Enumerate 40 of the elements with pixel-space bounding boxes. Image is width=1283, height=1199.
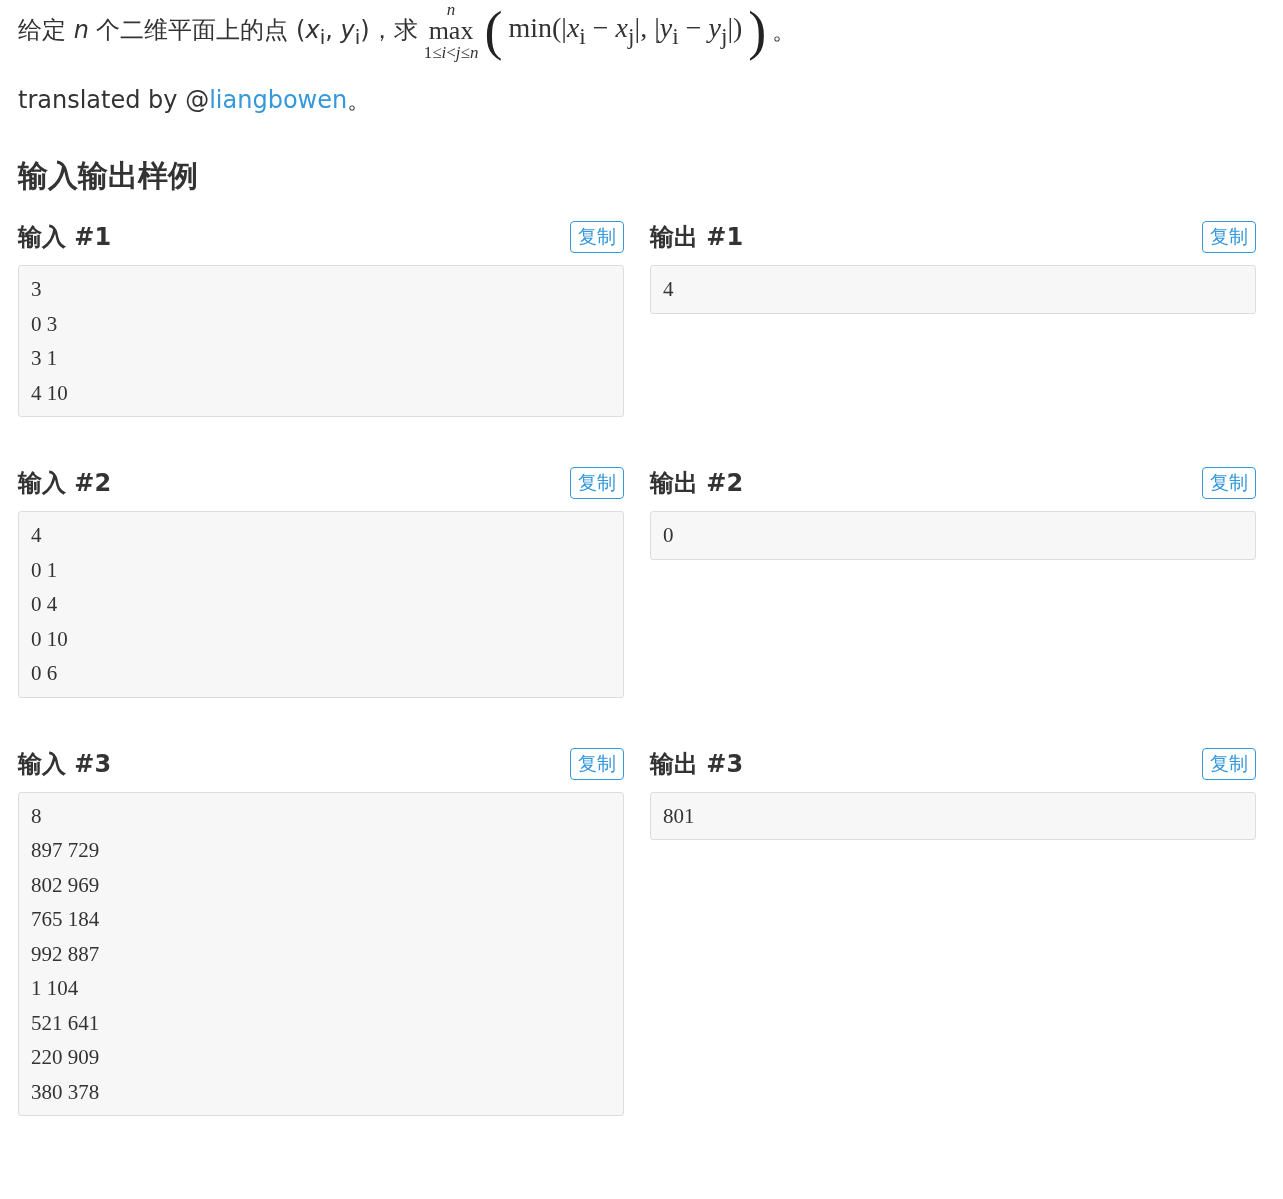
copy-button[interactable]: 复制 [570, 467, 624, 499]
math-expression: min(|x$_{i}$ − x$_{j}$|, |y$_{i}$ − y$_{j}$|) [508, 12, 743, 50]
code-line: 897 729 [31, 837, 101, 864]
output-title: 输出 #1 [650, 222, 744, 253]
copy-button[interactable]: 复制 [570, 221, 624, 253]
code-line: 992 887 [31, 940, 101, 968]
output-title: 输出 #3 [650, 748, 744, 780]
code-line: 801 [663, 802, 696, 830]
code-line: 3 [31, 276, 43, 303]
code-line: 1 104 [31, 975, 80, 1002]
input-title: 输入 #2 [18, 468, 112, 499]
code-line: 8 [31, 802, 43, 830]
code-line: 220 909 [31, 1044, 101, 1071]
input-title: 输入 #1 [18, 222, 112, 253]
code-line: 0 10 [31, 625, 69, 653]
period: 。 [772, 16, 797, 47]
code-line: 0 4 [31, 591, 59, 618]
code-line: 4 [31, 522, 43, 549]
code-line: 4 10 [31, 379, 69, 407]
code-line: 521 641 [31, 1009, 101, 1037]
input-title: 输入 #3 [18, 748, 112, 780]
copy-button[interactable]: 复制 [570, 747, 624, 780]
copy-button[interactable]: 复制 [1202, 747, 1256, 780]
code-line: 0 1 [31, 556, 59, 584]
copy-button[interactable]: 复制 [1202, 221, 1256, 253]
section-title: 输入输出样例 [18, 157, 199, 195]
code-line: 3 1 [31, 345, 59, 372]
copy-button[interactable]: 复制 [1202, 467, 1256, 499]
output-title: 输出 #2 [650, 468, 744, 499]
code-line: 0 [663, 522, 675, 549]
code-line: 0 6 [31, 660, 59, 687]
code-line: 765 184 [31, 906, 101, 933]
code-line: 0 3 [31, 310, 59, 338]
max-operator: n max 1≤i<j≤n [423, 1, 479, 61]
code-line: 4 [663, 276, 675, 303]
statement-text: 给定 n 个二维平面上的点 (x$_{i}$, y$_{i}$)，求 [18, 14, 418, 49]
credit-text: translated by @liangbowen。 [18, 85, 373, 116]
user-link[interactable]: liangbowen [209, 86, 348, 114]
code-line: 802 969 [31, 871, 101, 899]
code-line: 380 378 [31, 1078, 101, 1106]
